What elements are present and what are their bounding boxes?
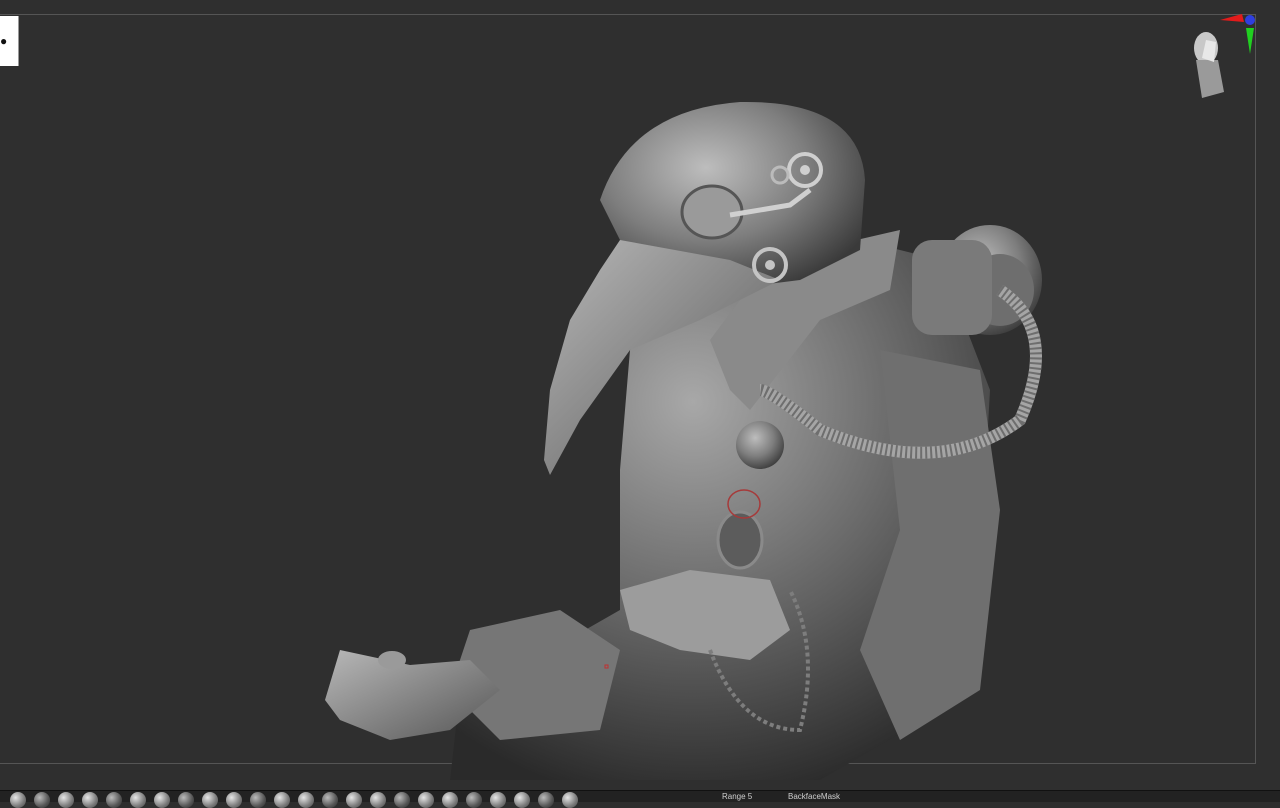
brush-zmodeler-icon[interactable] [438, 791, 462, 808]
brush-mask-icon[interactable] [366, 791, 390, 808]
brush-hpolish-icon[interactable] [222, 791, 246, 808]
brush-pinch-icon[interactable] [126, 791, 150, 808]
range-label[interactable]: Range 5 [722, 792, 752, 801]
brush-smooth-icon[interactable] [150, 791, 174, 808]
brush-chisel-icon[interactable] [486, 791, 510, 808]
thumbnail-icon: ● [0, 34, 8, 48]
navigation-cube-icon[interactable] [1184, 12, 1260, 102]
brush-matcap-icon[interactable] [534, 791, 558, 808]
brush-imm-icon[interactable] [510, 791, 534, 808]
brush-inflate-icon[interactable] [102, 791, 126, 808]
brush-polish-icon[interactable] [198, 791, 222, 808]
brush-standard-icon[interactable] [6, 791, 30, 808]
brush-insert-icon[interactable] [414, 791, 438, 808]
brush-snake-hook-icon[interactable] [270, 791, 294, 808]
backface-mask-label[interactable]: BackfaceMask [788, 792, 840, 801]
brush-shelf [0, 790, 1280, 808]
brush-clip-icon[interactable] [318, 791, 342, 808]
brush-material-icon[interactable] [558, 791, 582, 808]
plague-doctor-sculpt[interactable] [300, 90, 1060, 780]
brush-trim-icon[interactable] [174, 791, 198, 808]
brush-clay-icon[interactable] [294, 791, 318, 808]
brush-dam-standard-icon[interactable] [78, 791, 102, 808]
brush-slice-icon[interactable] [342, 791, 366, 808]
document-viewport[interactable]: ● [0, 0, 1280, 790]
brush-selectrect-icon[interactable] [462, 791, 486, 808]
document-thumbnail[interactable]: ● [0, 16, 19, 66]
brush-flatten-icon[interactable] [246, 791, 270, 808]
brush-move-icon[interactable] [54, 791, 78, 808]
brush-curve-icon[interactable] [390, 791, 414, 808]
brush-claybuildup-icon[interactable] [30, 791, 54, 808]
